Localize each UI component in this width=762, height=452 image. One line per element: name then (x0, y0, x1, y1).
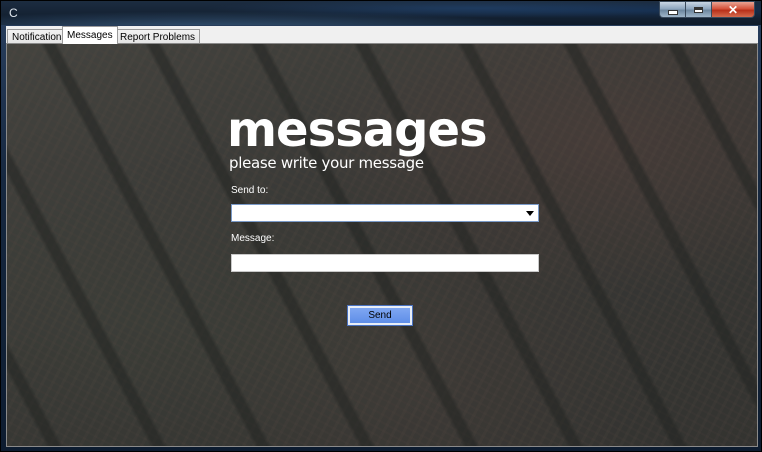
minimize-button[interactable] (659, 1, 685, 18)
client-area: Notifications Messages Report Problems m… (6, 26, 758, 447)
page-title: messages (227, 102, 488, 158)
tab-strip: Notifications Messages Report Problems (6, 26, 758, 44)
message-label: Message: (231, 233, 275, 244)
send-button[interactable]: Send (347, 305, 413, 326)
chevron-down-icon[interactable] (526, 211, 534, 216)
title-bar[interactable]: C ✕ (1, 1, 761, 25)
maximize-icon (694, 6, 703, 13)
close-button[interactable]: ✕ (711, 1, 755, 18)
tab-messages[interactable]: Messages (62, 26, 118, 44)
minimize-icon (667, 10, 678, 15)
app-window: C ✕ Notifications Messages Report Proble… (0, 0, 762, 452)
messages-tab-panel: messages please write your message Send … (6, 43, 758, 447)
tab-report-problems[interactable]: Report Problems (115, 29, 201, 44)
maximize-button[interactable] (685, 1, 711, 18)
window-controls: ✕ (659, 1, 755, 19)
message-form: messages please write your message Send … (7, 44, 757, 446)
window-title: C (9, 6, 18, 20)
page-subtitle: please write your message (229, 154, 424, 172)
close-icon: ✕ (727, 2, 739, 17)
send-to-label: Send to: (231, 185, 269, 196)
message-input[interactable] (231, 254, 539, 272)
send-to-dropdown[interactable] (231, 204, 539, 222)
